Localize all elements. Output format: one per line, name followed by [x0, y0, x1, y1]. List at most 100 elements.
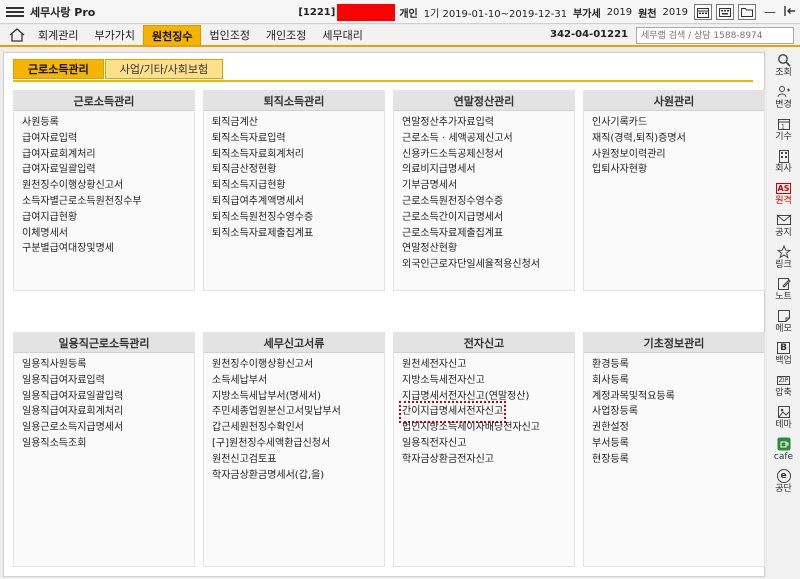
sidebar-zip[interactable]: ZIP 압축: [767, 372, 800, 404]
sidebar-backup[interactable]: B 백업: [767, 340, 800, 372]
menu-link[interactable]: 원천징수이행상황신고서: [212, 357, 384, 373]
menu-link[interactable]: 주민세종업원분신고서및납부서: [212, 404, 384, 420]
menu-link[interactable]: 연말정산추가자료입력: [402, 115, 574, 131]
exit-icon[interactable]: [780, 5, 800, 20]
panel-title: 퇴직소득관리: [204, 91, 384, 111]
menu-tax-agency[interactable]: 세무대리: [314, 25, 370, 45]
menu-link[interactable]: 퇴직소득지급현황: [212, 178, 384, 194]
menu-link-highlighted[interactable]: 간이지급명세서전자신고: [398, 401, 507, 424]
menu-link[interactable]: 퇴직소득자료회계처리: [212, 147, 384, 163]
menu-link[interactable]: 일용직소득조회: [22, 436, 194, 452]
menu-corporate-adjustment[interactable]: 법인조정: [201, 25, 257, 45]
menu-link[interactable]: 부서등록: [592, 436, 764, 452]
sidebar-theme[interactable]: 테마: [767, 404, 800, 436]
panel-title: 연말정산관리: [394, 91, 574, 111]
menu-link[interactable]: 법인지방소득세이자배당전자신고: [402, 420, 574, 436]
menu-link[interactable]: 지방소득세납부서(명세서): [212, 389, 384, 405]
panel-title: 사원관리: [584, 91, 764, 111]
search-input[interactable]: [636, 27, 794, 44]
menu-link[interactable]: 원천세전자신고: [402, 357, 574, 373]
sidebar-link[interactable]: 링크: [767, 244, 800, 276]
withholding-year[interactable]: 2019: [663, 7, 688, 18]
menu-link[interactable]: 인사기록카드: [592, 115, 764, 131]
menu-accounting[interactable]: 회계관리: [30, 25, 86, 45]
menu-link[interactable]: 일용직급여자료일괄입력: [22, 389, 194, 405]
menu-link[interactable]: 지방소득세전자신고: [402, 373, 574, 389]
menu-link[interactable]: 급여자료일괄입력: [22, 162, 194, 178]
sidebar-period[interactable]: 1 기수: [767, 116, 800, 148]
menu-link[interactable]: 급여자료입력: [22, 131, 194, 147]
menu-link[interactable]: 권한설정: [592, 420, 764, 436]
sidebar-cafe[interactable]: cafe: [767, 436, 800, 468]
menu-link[interactable]: [구]원천징수세액환급신청서: [212, 436, 384, 452]
menu-link[interactable]: 신용카드소득공제신청서: [402, 147, 574, 163]
menu-link[interactable]: 퇴직소득원천징수영수증: [212, 210, 384, 226]
sidebar-company[interactable]: 회사: [767, 148, 800, 180]
menu-link[interactable]: 구분별급여대장및명세: [22, 241, 194, 257]
company-code[interactable]: [1221]: [298, 7, 335, 18]
menu-link[interactable]: 일용직전자신고: [402, 436, 574, 452]
sidebar-memo[interactable]: 메모: [767, 308, 800, 340]
calendar-icon[interactable]: [694, 4, 712, 20]
menu-link[interactable]: 사원등록: [22, 115, 194, 131]
tab-business-other-insurance[interactable]: 사업/기타/사회보험: [104, 59, 224, 79]
minimize-icon[interactable]: —: [760, 5, 780, 19]
menu-link[interactable]: 근로소득자료제출집계표: [402, 226, 574, 242]
cafe-icon: [775, 436, 793, 452]
menu-link[interactable]: 연말정산현황: [402, 241, 574, 257]
fiscal-period[interactable]: 1기 2019-01-10~2019-12-31: [424, 5, 567, 20]
menu-link[interactable]: 원천신고검토표: [212, 452, 384, 468]
keyboard-icon[interactable]: [716, 4, 734, 20]
menu-link[interactable]: 퇴직소득자료제출집계표: [212, 226, 384, 242]
menu-link[interactable]: 일용근로소득지급명세서: [22, 420, 194, 436]
menu-link[interactable]: 일용직사원등록: [22, 357, 194, 373]
menu-link[interactable]: 일용직급여자료입력: [22, 373, 194, 389]
hamburger-menu-icon[interactable]: [6, 6, 24, 17]
menu-link[interactable]: 기부금명세서: [402, 178, 574, 194]
menu-link[interactable]: 환경등록: [592, 357, 764, 373]
menu-link[interactable]: 급여지급현황: [22, 210, 194, 226]
menu-link[interactable]: 계정과목및적요등록: [592, 389, 764, 405]
sidebar-notice[interactable]: 공지: [767, 212, 800, 244]
vat-year[interactable]: 2019: [607, 7, 632, 18]
menu-link[interactable]: 퇴직금산정현황: [212, 162, 384, 178]
menu-link[interactable]: 소득세납부서: [212, 373, 384, 389]
backup-icon: B: [775, 340, 793, 356]
sidebar-remote[interactable]: AS 원격: [767, 180, 800, 212]
menu-link[interactable]: 갑근세원천징수확인서: [212, 420, 384, 436]
menu-link[interactable]: 퇴직금계산: [212, 115, 384, 131]
menu-link[interactable]: 원천징수이행상황신고서: [22, 178, 194, 194]
menu-personal-adjustment[interactable]: 개인조정: [258, 25, 314, 45]
panel-title: 근로소득관리: [14, 91, 194, 111]
menu-link[interactable]: 사업장등록: [592, 404, 764, 420]
menu-link[interactable]: 학자금상환금명세서(갑,을): [212, 468, 384, 484]
menu-link[interactable]: 일용직급여자료회계처리: [22, 404, 194, 420]
menu-link[interactable]: 현장등록: [592, 452, 764, 468]
menu-link[interactable]: 외국인근로자단일세율적용신청서: [402, 257, 574, 273]
menu-link[interactable]: 급여자료회계처리: [22, 147, 194, 163]
menu-link[interactable]: 근로소득간이지급명세서: [402, 210, 574, 226]
menu-link[interactable]: 근로소득 · 세액공제신고서: [402, 131, 574, 147]
menu-link[interactable]: 회사등록: [592, 373, 764, 389]
sidebar-change[interactable]: 변경: [767, 84, 800, 116]
folder-icon[interactable]: [738, 4, 756, 20]
menu-link[interactable]: 학자금상환금전자신고: [402, 452, 574, 468]
menu-link[interactable]: 지급명세서전자신고(연말정산): [402, 389, 574, 405]
menu-link[interactable]: 이체명세서: [22, 226, 194, 242]
menu-link[interactable]: 의료비지급명세서: [402, 162, 574, 178]
menu-link[interactable]: 근로소득원천징수영수증: [402, 194, 574, 210]
menu-withholding[interactable]: 원천징수: [142, 25, 202, 45]
menu-link[interactable]: 입퇴사자현황: [592, 162, 764, 178]
entity-type: 개인: [399, 8, 418, 20]
menu-link[interactable]: 소득자별근로소득원천징수부: [22, 194, 194, 210]
menu-link[interactable]: 퇴직급여추계액명세서: [212, 194, 384, 210]
sidebar-ebuilding[interactable]: e 공단: [767, 468, 800, 500]
menu-link[interactable]: 사원정보이력관리: [592, 147, 764, 163]
menu-vat[interactable]: 부가가치: [86, 25, 142, 45]
home-icon[interactable]: [4, 25, 30, 45]
menu-link[interactable]: 퇴직소득자료입력: [212, 131, 384, 147]
menu-link[interactable]: 재직(경력,퇴직)증명서: [592, 131, 764, 147]
sidebar-note[interactable]: 노트: [767, 276, 800, 308]
sidebar-search[interactable]: 조회: [767, 52, 800, 84]
tab-earned-income[interactable]: 근로소득관리: [13, 59, 104, 79]
